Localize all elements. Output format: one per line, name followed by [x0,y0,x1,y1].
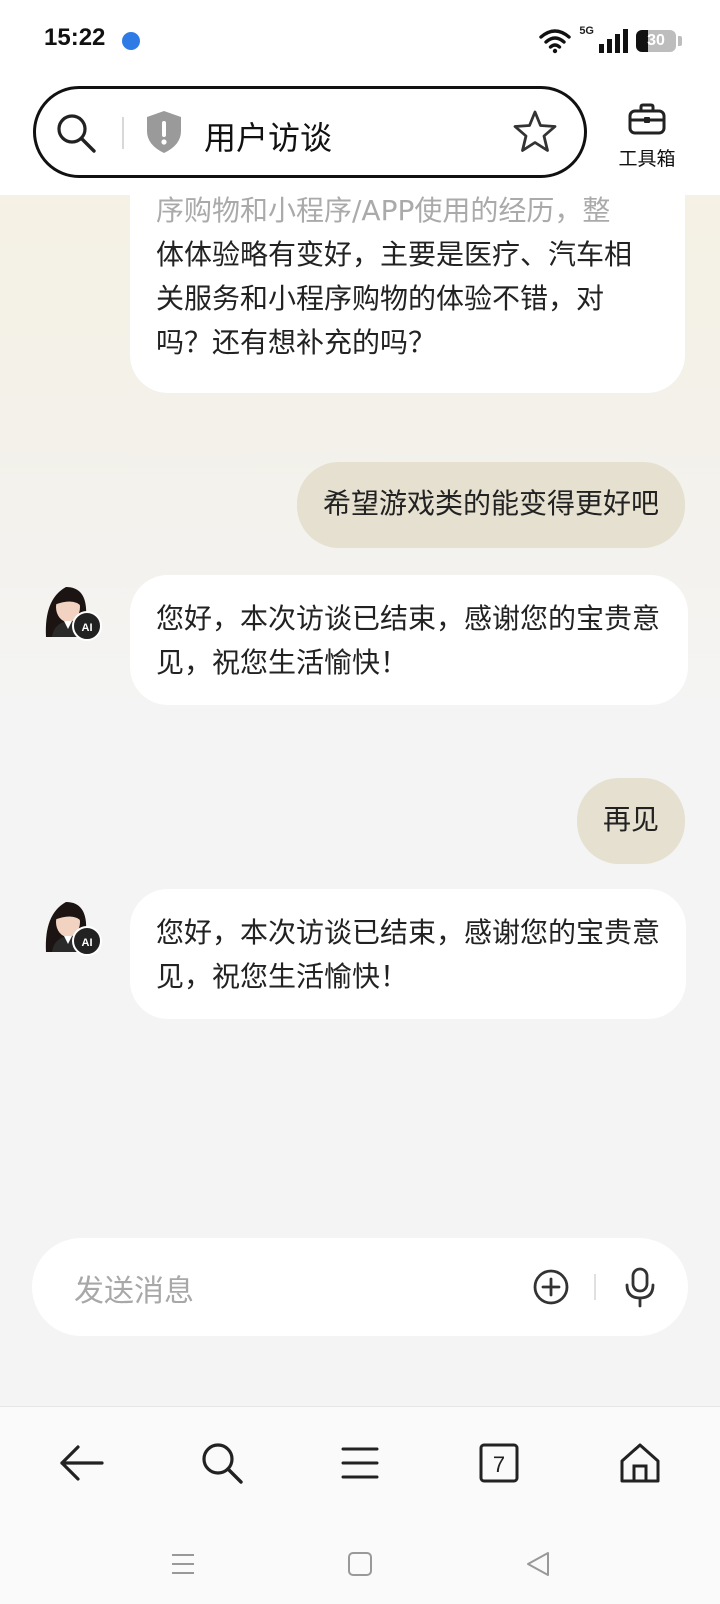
ai-message: 序购物和小程序/APP使用的经历，整 体体验略有变好，主要是医疗、汽车相关服务和… [130,195,685,393]
back-arrow-icon [60,1445,104,1481]
status-time: 15:22 [44,24,106,51]
add-attachment-icon[interactable] [532,1268,570,1306]
divider [122,117,124,149]
search-button[interactable] [192,1433,252,1493]
message-text: 您好，本次访谈已结束，感谢您的宝贵意见，祝您生活愉快！ [156,602,661,679]
message-partial-text: 序购物和小程序/APP使用的经历，整 [156,195,611,227]
chat-area[interactable]: 序购物和小程序/APP使用的经历，整 体体验略有变好，主要是医疗、汽车相关服务和… [0,195,720,1405]
address-text[interactable]: 用户访谈 [204,113,332,159]
message-text: 再见 [602,803,659,836]
system-home-button[interactable] [343,1547,377,1581]
menu-icon [341,1447,379,1479]
back-button[interactable] [52,1433,112,1493]
signal-icon [599,29,628,53]
message-text: 希望游戏类的能变得更好吧 [322,487,659,520]
status-icons: 5G 30 [539,24,682,58]
shield-warning-icon[interactable] [144,109,184,155]
network-type: 5G [579,25,594,37]
ai-message: 您好，本次访谈已结束，感谢您的宝贵意见，祝您生活愉快！ [130,575,688,705]
user-message: 希望游戏类的能变得更好吧 [296,462,685,548]
home-icon [620,1443,660,1483]
ai-message: 您好，本次访谈已结束，感谢您的宝贵意见，祝您生活愉快！ [130,889,686,1019]
tabs-count: 7 [493,1452,505,1477]
tabs-button[interactable]: 7 [469,1433,529,1493]
battery-icon: 30 [636,30,676,52]
message-input[interactable]: 发送消息 [32,1238,688,1336]
battery-level: 30 [647,32,665,49]
address-bar[interactable]: 用户访谈 [33,86,587,178]
top-bar: 15:22 5G 30 用户访谈 工具箱 [0,0,720,195]
ai-badge: AI [72,611,102,641]
search-icon[interactable] [54,111,98,155]
ai-avatar[interactable]: AI [38,579,102,643]
system-back-button[interactable] [521,1547,555,1581]
bottom-nav: 7 [0,1406,720,1522]
triangle-back-icon [527,1552,549,1576]
system-nav-bar [0,1521,720,1604]
message-input-placeholder[interactable]: 发送消息 [74,1266,194,1310]
ai-avatar[interactable]: AI [38,894,102,958]
star-icon[interactable] [512,109,558,155]
home-button[interactable] [610,1433,670,1493]
toolbox-button[interactable]: 工具箱 [612,102,682,171]
toolbox-label: 工具箱 [618,148,676,170]
menu-button[interactable] [330,1433,390,1493]
wifi-icon [539,29,572,54]
app-notification-icon [122,32,140,50]
search-icon [202,1443,243,1484]
battery-tip [678,36,682,46]
user-message: 再见 [576,778,685,864]
recent-apps-button[interactable] [166,1547,200,1581]
message-text: 您好，本次访谈已结束，感谢您的宝贵意见，祝您生活愉快！ [156,916,661,993]
divider [594,1274,596,1300]
microphone-icon[interactable] [622,1266,658,1308]
tabs-icon: 7 [479,1443,519,1483]
message-text: 体体验略有变好，主要是医疗、汽车相关服务和小程序购物的体验不错，对吗？还有想补充… [156,238,633,359]
recent-apps-icon [172,1554,194,1574]
toolbox-icon [628,103,666,135]
square-home-icon [348,1552,372,1576]
ai-badge: AI [72,926,102,956]
